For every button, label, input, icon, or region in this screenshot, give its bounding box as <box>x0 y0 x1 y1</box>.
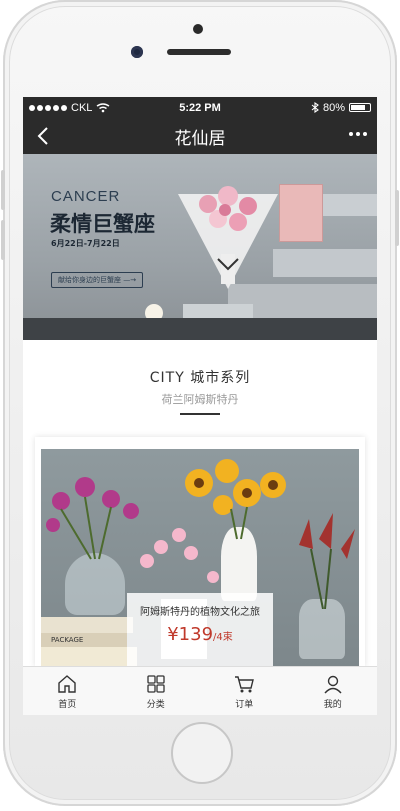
category-icon <box>147 675 165 693</box>
status-bar: CKL 5:22 PM 80% <box>23 97 377 118</box>
home-icon <box>58 675 76 693</box>
battery-icon <box>349 103 371 112</box>
bouquet-image <box>178 186 278 289</box>
tab-orders[interactable]: 订单 <box>200 667 289 715</box>
tab-label: 分类 <box>146 700 165 710</box>
more-icon[interactable] <box>349 132 367 136</box>
section-title: CITY 城市系列 <box>149 370 251 386</box>
page-title: 花仙居 <box>174 128 226 149</box>
banner-cta-button[interactable]: 献给你身边的巨蟹座 —→ <box>51 272 144 288</box>
tab-label: 我的 <box>323 700 342 710</box>
status-time: 5:22 PM <box>179 101 221 114</box>
banner-step <box>323 194 377 216</box>
tab-label: 订单 <box>235 700 254 710</box>
earpiece-speaker <box>167 49 231 55</box>
product-info-overlay: 阿姆斯特丹的植物文化之旅 ¥139/4束 <box>127 593 273 667</box>
price-value: ¥139 <box>167 624 214 645</box>
tab-label: 首页 <box>58 700 77 710</box>
product-caption: 阿姆斯特丹的植物文化之旅 <box>140 607 260 618</box>
home-button[interactable] <box>171 722 233 784</box>
profile-icon <box>324 675 342 694</box>
tab-bar: 首页 分类 订单 我的 <box>23 666 377 715</box>
front-camera <box>131 46 143 58</box>
product-price: ¥139/4束 <box>127 624 273 645</box>
banner-table <box>23 318 377 340</box>
section-subtitle: 荷兰阿姆斯特丹 <box>161 393 239 406</box>
book <box>41 647 137 667</box>
section-divider <box>180 413 220 415</box>
power-button <box>395 190 399 246</box>
flowers-illustration <box>46 459 355 609</box>
tab-category[interactable]: 分类 <box>112 667 201 715</box>
gift-box <box>279 184 323 242</box>
nav-bar: 花仙居 <box>23 118 377 154</box>
app-screen: CKL 5:22 PM 80% 花仙居 CANCER 柔情巨蟹座 6月22日-7… <box>23 97 377 715</box>
banner-cn-title: 柔情巨蟹座 <box>50 212 155 236</box>
battery-fill <box>351 105 366 110</box>
product-image: PACKAGE 阿姆斯特丹的植物文化之旅 ¥139/4束 <box>41 449 359 667</box>
volume-up-button <box>1 170 5 210</box>
price-unit: /4束 <box>213 632 233 643</box>
banner-step <box>273 249 377 277</box>
tab-home[interactable]: 首页 <box>23 667 112 715</box>
tab-profile[interactable]: 我的 <box>289 667 378 715</box>
cart-icon <box>235 676 255 693</box>
book <box>41 617 133 633</box>
package-book: PACKAGE <box>41 633 127 647</box>
promo-banner[interactable]: CANCER 柔情巨蟹座 6月22日-7月22日 献给你身边的巨蟹座 —→ <box>23 154 377 340</box>
banner-en-title: CANCER <box>51 188 121 205</box>
product-card[interactable]: PACKAGE 阿姆斯特丹的植物文化之旅 ¥139/4束 <box>35 437 365 667</box>
volume-down-button <box>1 220 5 260</box>
back-icon[interactable] <box>33 125 55 147</box>
front-sensor <box>193 24 203 34</box>
banner-date: 6月22日-7月22日 <box>51 239 120 248</box>
